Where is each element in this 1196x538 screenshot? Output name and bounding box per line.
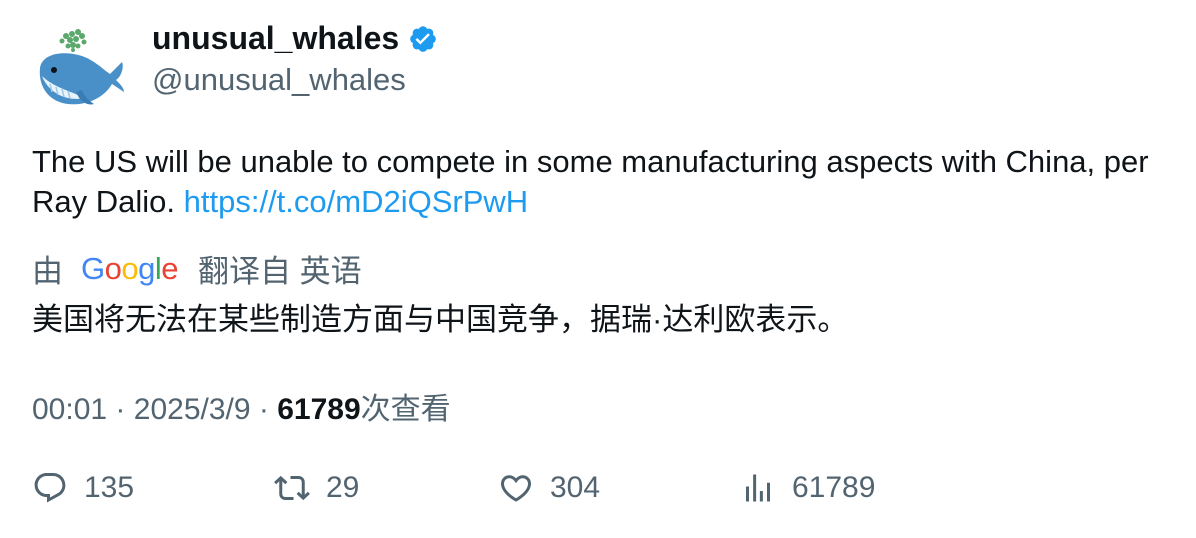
translation-attribution[interactable]: 由 Google 翻译自 英语 <box>32 246 362 291</box>
tweet-time[interactable]: 00:01 <box>32 393 107 426</box>
avatar[interactable] <box>32 26 126 112</box>
like-count: 304 <box>550 471 601 504</box>
meta-separator: · <box>258 393 269 426</box>
views-label: 次查看 <box>360 393 451 426</box>
heart-icon <box>500 475 532 502</box>
retweet-icon <box>274 475 310 501</box>
tweet-link[interactable]: https://t.co/mD2iQSrPwH <box>184 184 529 219</box>
reply-count: 135 <box>84 471 135 504</box>
author-name[interactable]: unusual_whales <box>152 20 399 57</box>
translation-prefix: 由 <box>32 254 63 289</box>
reply-button[interactable]: 135 <box>32 470 134 506</box>
translated-text: 美国将无法在某些制造方面与中国竞争，据瑞·达利欧表示。 <box>32 302 849 337</box>
verified-badge-icon <box>408 24 438 54</box>
retweet-button[interactable]: 29 <box>274 470 359 506</box>
views-count: 61789 <box>277 393 361 426</box>
like-button[interactable]: 304 <box>498 470 600 506</box>
translation-suffix: 翻译自 英语 <box>198 254 362 289</box>
views-button[interactable]: 61789 <box>740 470 875 506</box>
google-logo: Google <box>81 250 179 286</box>
meta-separator: · <box>115 393 126 426</box>
retweet-count: 29 <box>326 471 360 504</box>
reply-icon <box>34 473 66 503</box>
action-bar: 135 29 304 61789 <box>0 470 1196 516</box>
whale-avatar-icon <box>39 29 124 105</box>
views-action-count: 61789 <box>792 471 876 504</box>
author-handle[interactable]: @unusual_whales <box>152 62 406 98</box>
analytics-icon <box>746 474 770 502</box>
tweet-text: The US will be unable to compete in some… <box>32 142 1172 222</box>
tweet-date[interactable]: 2025/3/9 <box>134 393 251 426</box>
author-name-row[interactable]: unusual_whales <box>152 20 438 57</box>
tweet-meta: 00:01 · 2025/3/9 · 61789次查看 <box>32 384 451 428</box>
